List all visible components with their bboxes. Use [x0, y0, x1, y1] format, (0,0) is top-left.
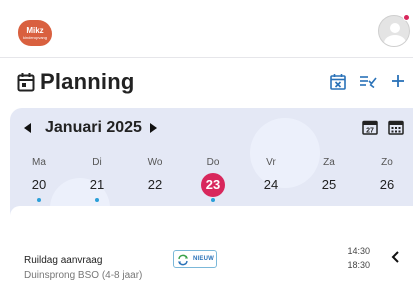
- day-date: 20: [31, 177, 47, 192]
- end-time: 18:30: [347, 260, 370, 270]
- notification-dot: [403, 14, 410, 21]
- month-label: Januari 2025: [45, 119, 142, 136]
- top-bar: Mikz kinderopvang: [0, 0, 413, 58]
- day-monday[interactable]: Ma 20: [19, 156, 59, 202]
- day-sunday[interactable]: Zo 26: [367, 156, 407, 202]
- header-actions: [329, 72, 407, 90]
- day-name: Ma: [32, 157, 46, 168]
- swap-icon: [177, 253, 189, 266]
- day-name: Wo: [147, 157, 163, 168]
- event-title: Ruildag aanvraag: [24, 255, 103, 266]
- event-dot: [37, 198, 41, 202]
- day-name: Vr: [266, 157, 276, 168]
- status-badge: NIEUW: [173, 250, 217, 268]
- calendar-week-icon[interactable]: [388, 119, 404, 135]
- month-navigation: Januari 2025 27: [10, 108, 413, 150]
- caret-right-icon[interactable]: [146, 121, 160, 135]
- calendar-cancel-icon[interactable]: [329, 72, 347, 90]
- day-date: 24: [263, 177, 279, 192]
- day-date: 21: [89, 177, 105, 192]
- plus-icon[interactable]: [389, 72, 407, 90]
- view-switcher: 27: [362, 119, 404, 135]
- event-dot: [95, 198, 99, 202]
- day-date-selected: 23: [201, 173, 225, 197]
- caret-left-icon[interactable]: [21, 121, 35, 135]
- app-logo[interactable]: Mikz kinderopvang: [18, 20, 52, 46]
- event-dot: [211, 198, 215, 202]
- badge-label: NIEUW: [193, 256, 214, 262]
- day-thursday[interactable]: Do 23: [193, 156, 233, 202]
- page-header: Planning: [0, 58, 413, 110]
- day-date: 22: [147, 177, 163, 192]
- day-wednesday[interactable]: Wo 22: [135, 156, 175, 202]
- page-title: Planning: [40, 69, 135, 94]
- logo-text: Mikz: [26, 25, 44, 35]
- chevron-left-icon[interactable]: [390, 250, 402, 264]
- svg-text:27: 27: [366, 128, 374, 135]
- filter-check-icon[interactable]: [359, 72, 377, 90]
- day-name: Do: [206, 157, 220, 168]
- day-friday[interactable]: Vr 24: [251, 156, 291, 202]
- day-saturday[interactable]: Za 25: [309, 156, 349, 202]
- day-tuesday[interactable]: Di 21: [77, 156, 117, 202]
- day-date: 25: [321, 177, 337, 192]
- day-name: Za: [323, 157, 335, 168]
- event-location: Duinsprong BSO (4-8 jaar): [24, 270, 143, 281]
- calendar-icon: [17, 72, 35, 97]
- calendar-day-icon[interactable]: 27: [362, 119, 378, 135]
- day-name: Zo: [381, 157, 393, 168]
- event-card[interactable]: Ruildag aanvraag Duinsprong BSO (4-8 jaa…: [10, 206, 413, 293]
- day-date: 26: [379, 177, 395, 192]
- day-name: Di: [92, 157, 102, 168]
- event-times: 14:30 18:30: [342, 244, 370, 272]
- start-time: 14:30: [347, 246, 370, 256]
- logo-subtext: kinderopvang: [22, 34, 48, 40]
